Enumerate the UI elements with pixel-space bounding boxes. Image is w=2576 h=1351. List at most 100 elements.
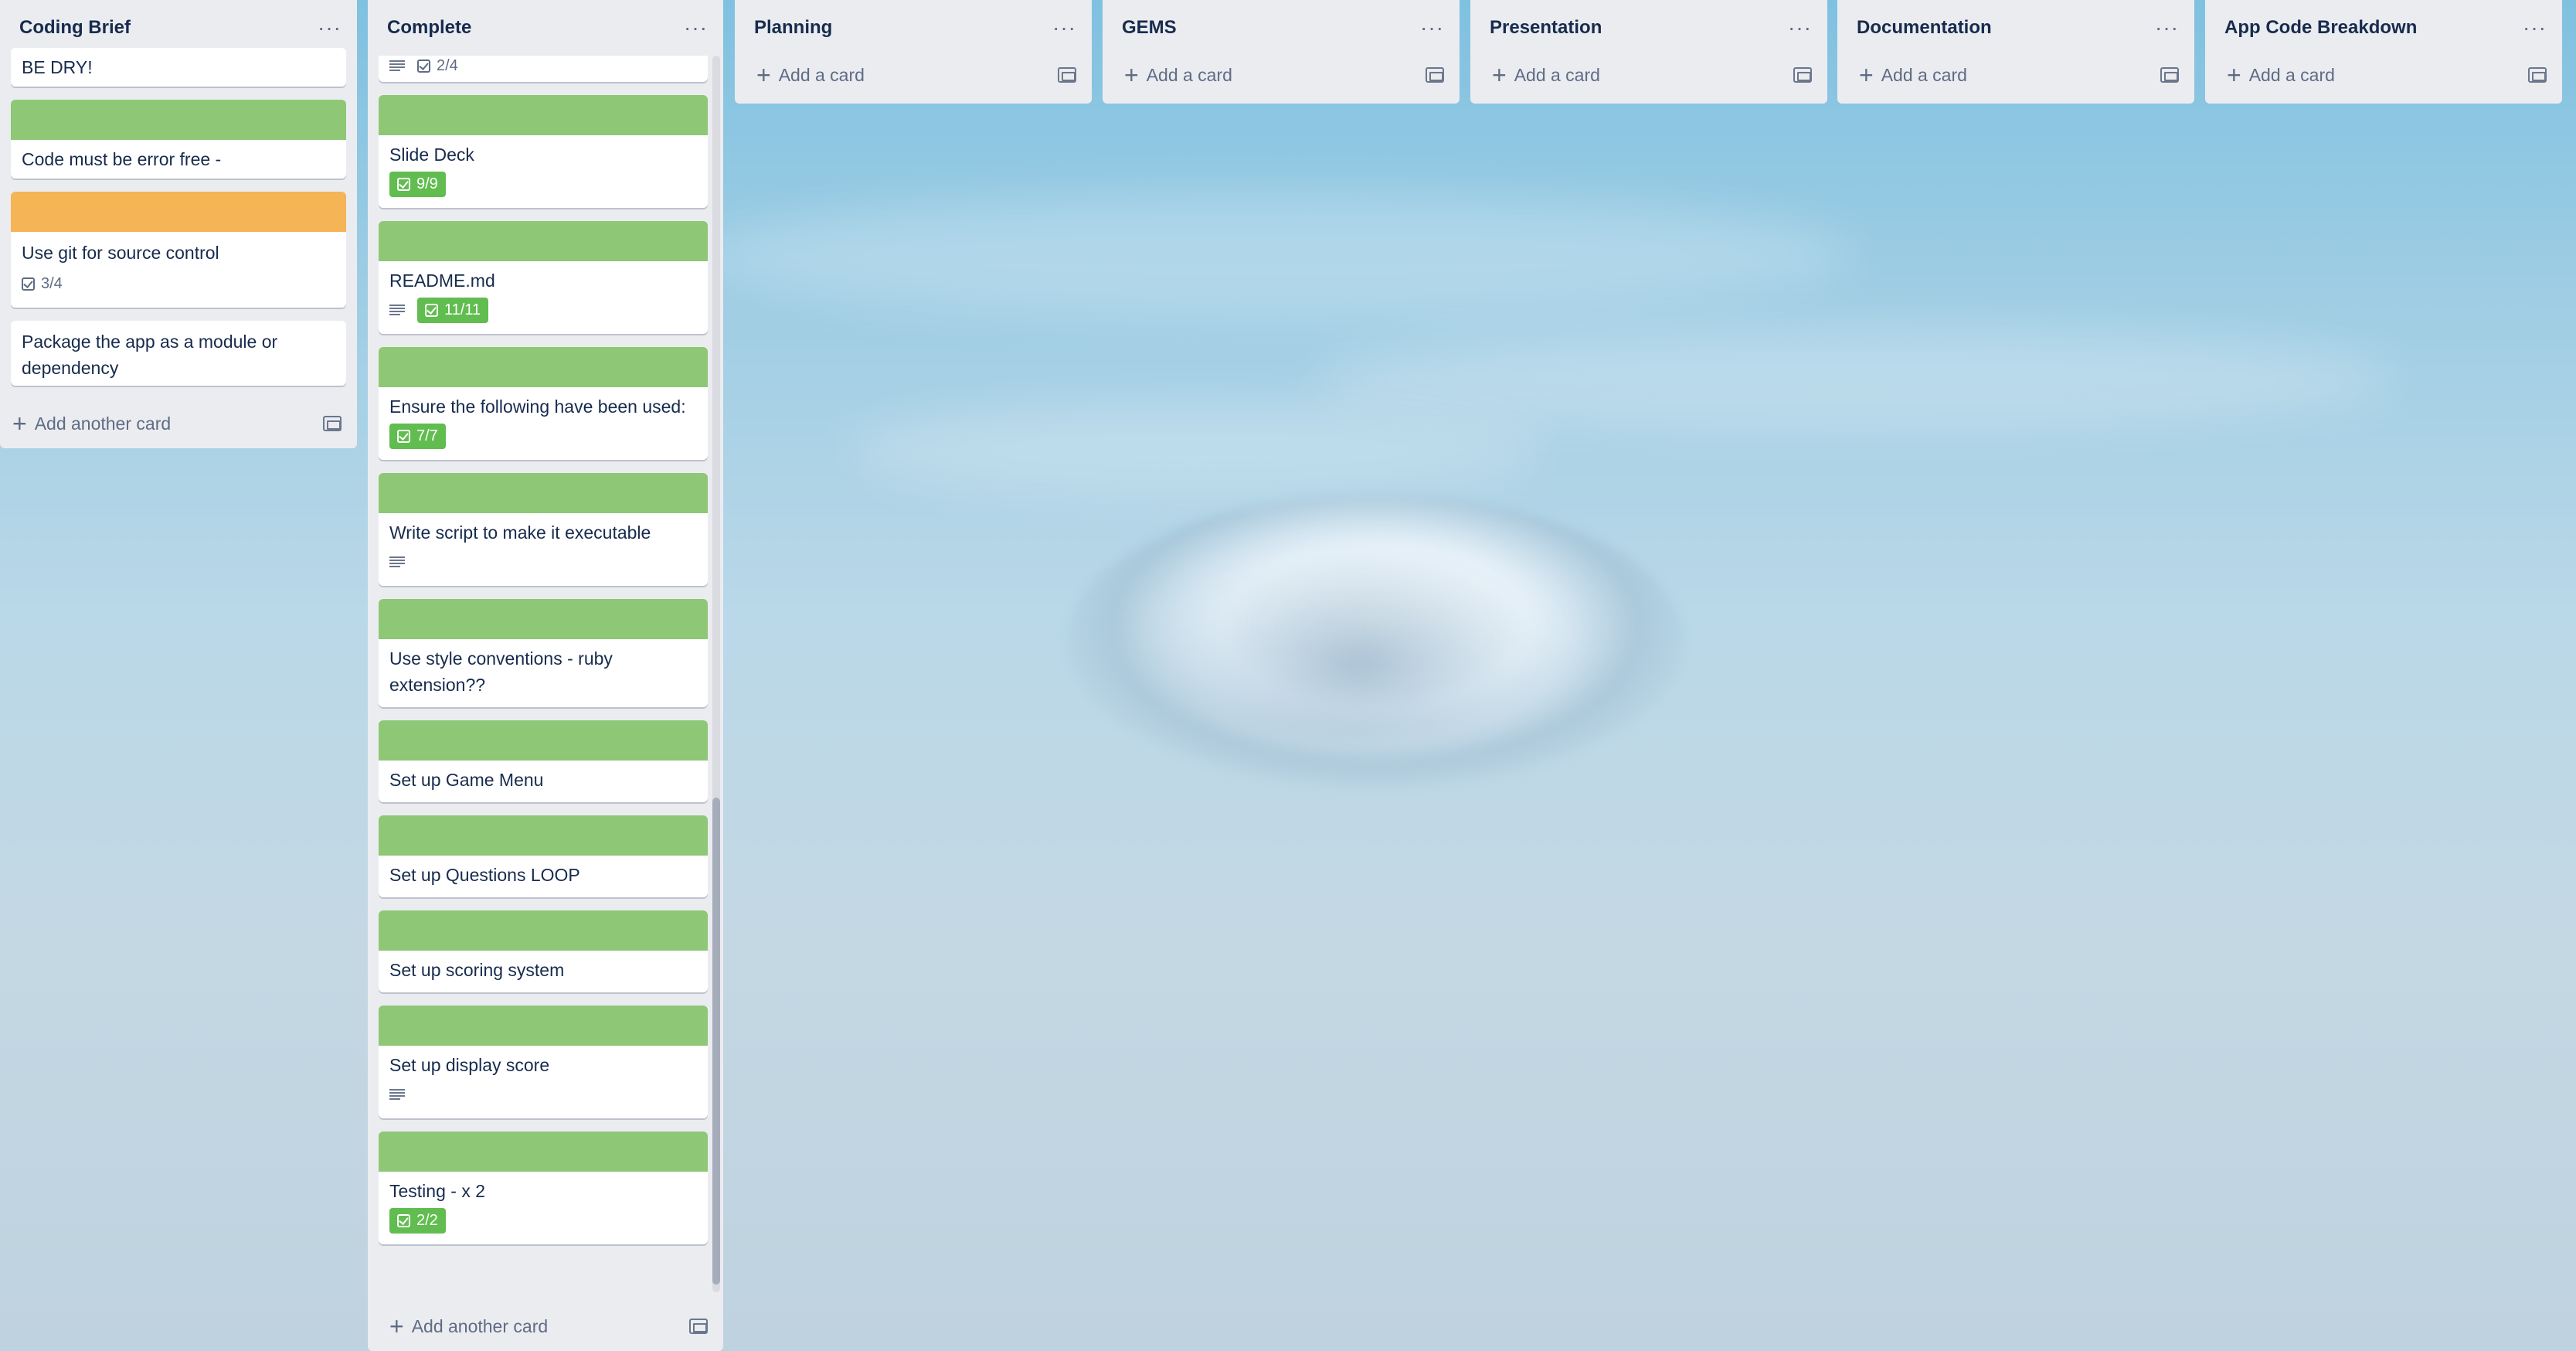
list-header: App Code Breakdown ···	[2205, 0, 2562, 56]
card-template-icon[interactable]	[1793, 67, 1812, 83]
card[interactable]: Use style conventions - ruby extension??	[379, 599, 708, 707]
add-card-button[interactable]: + Add a card	[2205, 56, 2562, 94]
card-title: Slide Deck	[389, 145, 474, 165]
list-title[interactable]: App Code Breakdown	[2224, 17, 2417, 39]
list-gems[interactable]: GEMS ··· + Add a card	[1103, 0, 1460, 104]
plus-icon: +	[2227, 61, 2241, 89]
checklist-count: 3/4	[41, 274, 63, 292]
list-title[interactable]: Documentation	[1857, 17, 1992, 39]
add-another-card-button[interactable]: + Add another card	[0, 399, 357, 448]
card[interactable]: Slide Deck 9/9	[379, 95, 708, 208]
list-menu-icon[interactable]: ···	[1052, 17, 1076, 39]
list-scrollbar[interactable]	[712, 56, 720, 1292]
list-presentation[interactable]: Presentation ··· + Add a card	[1470, 0, 1827, 104]
card-title: Set up display score	[389, 1055, 550, 1075]
list-title[interactable]: Presentation	[1490, 17, 1602, 39]
card-title: Set up scoring system	[389, 960, 565, 980]
card-template-icon[interactable]	[689, 1319, 708, 1334]
add-card-label: Add a card	[1514, 64, 1600, 85]
board-canvas: Coding Brief ··· BE DRY! Code must be er…	[0, 0, 2576, 1351]
card-cover-orange	[11, 192, 346, 232]
card-template-icon[interactable]	[1058, 67, 1076, 83]
card-cover-green	[379, 473, 708, 513]
card[interactable]: Set up Game Menu	[379, 720, 708, 802]
add-another-card-button[interactable]: + Add another card	[368, 1302, 723, 1351]
list-header: Planning ···	[735, 0, 1092, 56]
card[interactable]: Write script to make it executable	[379, 473, 708, 586]
checklist-icon	[397, 429, 410, 443]
list-cards-scroll-area[interactable]: 2/4 Slide Deck 9/9 README.md 11/11 Ensur…	[368, 56, 723, 1292]
checklist-count: 2/2	[416, 1211, 438, 1229]
checklist-icon	[397, 177, 410, 191]
plus-icon: +	[1492, 61, 1507, 89]
add-card-button[interactable]: + Add a card	[1837, 56, 2194, 94]
add-card-button[interactable]: + Add a card	[1470, 56, 1827, 94]
card[interactable]: README.md 11/11	[379, 221, 708, 334]
card-partial[interactable]: 2/4	[379, 56, 708, 82]
card-title: Testing - x 2	[389, 1181, 485, 1201]
card-title: Use style conventions - ruby extension??	[389, 648, 613, 695]
card[interactable]: BE DRY!	[11, 48, 346, 87]
card-cover-green	[379, 599, 708, 639]
card-cover-green	[379, 1132, 708, 1172]
card-cover-green	[379, 910, 708, 951]
add-card-label: Add a card	[1146, 64, 1232, 85]
list-menu-icon[interactable]: ···	[2155, 17, 2179, 39]
checklist-count: 9/9	[416, 175, 438, 192]
plus-icon: +	[389, 1312, 404, 1340]
card[interactable]: Use git for source control 3/4	[11, 192, 346, 308]
list-planning[interactable]: Planning ··· + Add a card	[735, 0, 1092, 104]
card[interactable]: Set up scoring system	[379, 910, 708, 992]
list-title[interactable]: Complete	[387, 17, 471, 39]
list-title[interactable]: GEMS	[1122, 17, 1177, 39]
card-title: Write script to make it executable	[389, 522, 651, 543]
card-title: Set up Game Menu	[389, 770, 544, 790]
card-title: Set up Questions LOOP	[389, 865, 580, 885]
card-template-icon[interactable]	[1426, 67, 1444, 83]
list-documentation[interactable]: Documentation ··· + Add a card	[1837, 0, 2194, 104]
list-app-code-breakdown[interactable]: App Code Breakdown ··· + Add a card	[2205, 0, 2562, 104]
add-card-label: Add a card	[1881, 64, 1967, 85]
list-title[interactable]: Planning	[754, 17, 832, 39]
checklist-badge-complete: 7/7	[389, 423, 446, 449]
plus-icon: +	[1859, 61, 1874, 89]
checklist-icon	[417, 59, 430, 73]
list-header: GEMS ···	[1103, 0, 1460, 56]
add-card-button[interactable]: + Add a card	[735, 56, 1092, 94]
card-template-icon[interactable]	[2160, 67, 2179, 83]
card[interactable]: Set up Questions LOOP	[379, 815, 708, 897]
scrollbar-thumb[interactable]	[712, 798, 720, 1285]
card-cover-green	[379, 347, 708, 387]
checklist-icon	[397, 1213, 410, 1227]
checklist-count: 2/4	[437, 56, 458, 74]
plus-icon: +	[756, 61, 771, 89]
list-menu-icon[interactable]: ···	[318, 17, 342, 39]
card-template-icon[interactable]	[323, 416, 342, 431]
card[interactable]: Ensure the following have been used: 7/7	[379, 347, 708, 460]
list-menu-icon[interactable]: ···	[1420, 17, 1444, 39]
checklist-badge: 3/4	[22, 275, 63, 293]
list-menu-icon[interactable]: ···	[2523, 17, 2547, 39]
card[interactable]: Package the app as a module or dependenc…	[11, 321, 346, 386]
description-icon	[389, 60, 405, 72]
card-cover-green	[379, 720, 708, 761]
card-template-icon[interactable]	[2528, 67, 2547, 83]
card[interactable]: Code must be error free -	[11, 100, 346, 179]
card[interactable]: Set up display score	[379, 1006, 708, 1118]
list-coding-brief[interactable]: Coding Brief ··· BE DRY! Code must be er…	[0, 0, 357, 448]
list-menu-icon[interactable]: ···	[684, 17, 708, 39]
list-header: Complete ···	[368, 0, 723, 56]
add-card-label: Add a card	[2248, 64, 2335, 85]
list-title[interactable]: Coding Brief	[19, 17, 131, 39]
card[interactable]: Testing - x 2 2/2	[379, 1132, 708, 1244]
list-menu-icon[interactable]: ···	[1788, 17, 1812, 39]
list-complete[interactable]: Complete ··· 2/4 Slide Deck 9/9 README.m…	[368, 0, 723, 1351]
checklist-badge-complete: 9/9	[389, 171, 446, 197]
plus-icon: +	[1124, 61, 1139, 89]
background-wisp	[695, 193, 1854, 317]
checklist-icon	[22, 277, 35, 291]
description-icon	[389, 1088, 405, 1101]
add-card-button[interactable]: + Add a card	[1103, 56, 1460, 94]
checklist-badge-complete: 2/2	[389, 1207, 446, 1234]
background-wisp	[850, 402, 1545, 495]
